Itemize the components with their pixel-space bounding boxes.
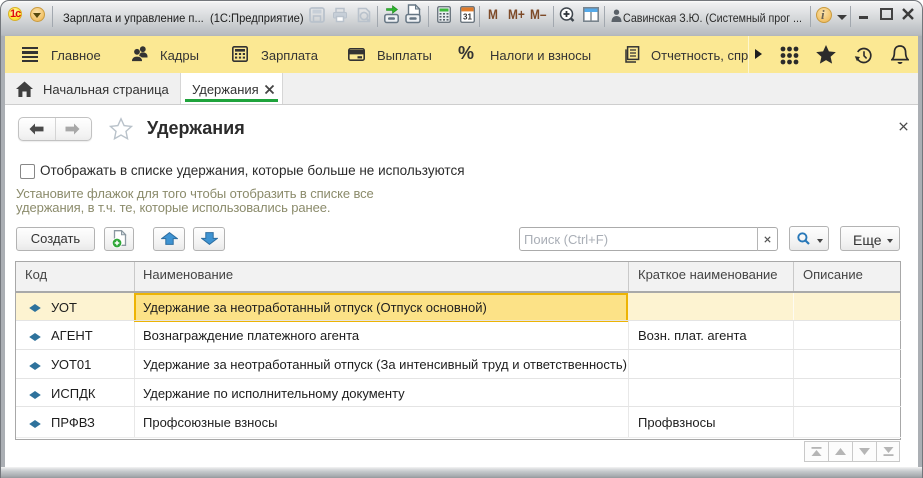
svg-text:31: 31 [463, 13, 472, 22]
